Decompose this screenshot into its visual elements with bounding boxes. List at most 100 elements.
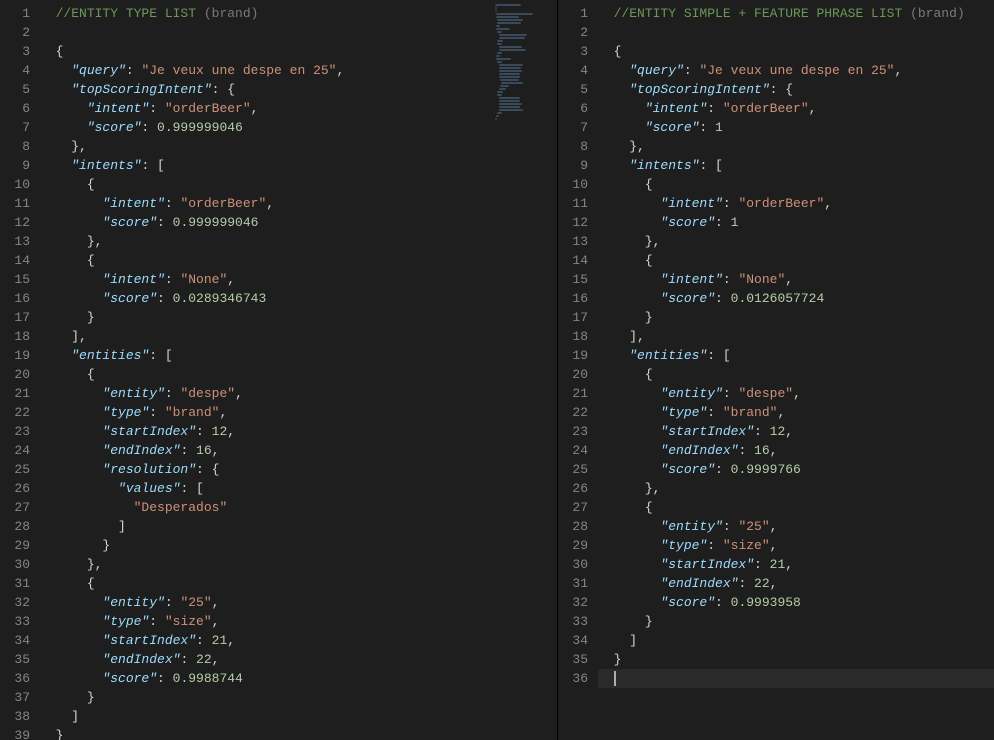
code-line[interactable]: "score": 0.9999766 <box>598 460 994 479</box>
code-line[interactable]: "endIndex": 22, <box>598 574 994 593</box>
code-line[interactable]: "type": "size", <box>598 536 994 555</box>
code-line[interactable]: } <box>598 612 994 631</box>
code-line[interactable]: "entity": "despe", <box>40 384 557 403</box>
code-line[interactable]: { <box>40 175 557 194</box>
code-line[interactable]: "score": 1 <box>598 118 994 137</box>
code-line[interactable]: { <box>598 175 994 194</box>
code-line[interactable]: ], <box>40 327 557 346</box>
code-line[interactable]: "entities": [ <box>598 346 994 365</box>
code-line[interactable]: //ENTITY TYPE LIST (brand) <box>40 4 557 23</box>
code-line[interactable]: ], <box>598 327 994 346</box>
code-line[interactable]: "Desperados" <box>40 498 557 517</box>
code-line[interactable]: "intents": [ <box>40 156 557 175</box>
code-line[interactable]: "entities": [ <box>40 346 557 365</box>
code-line[interactable]: "topScoringIntent": { <box>598 80 994 99</box>
line-number: 9 <box>558 156 598 175</box>
code-line[interactable]: "endIndex": 16, <box>598 441 994 460</box>
left-code-area[interactable]: //ENTITY TYPE LIST (brand) { "query": "J… <box>40 0 557 740</box>
code-line[interactable]: "intent": "orderBeer", <box>598 99 994 118</box>
code-line[interactable]: { <box>598 251 994 270</box>
code-line[interactable]: { <box>40 251 557 270</box>
code-line[interactable]: "entity": "despe", <box>598 384 994 403</box>
text-cursor <box>614 671 616 686</box>
code-line[interactable]: "startIndex": 21, <box>598 555 994 574</box>
code-line[interactable]: "score": 1 <box>598 213 994 232</box>
code-line[interactable]: }, <box>40 555 557 574</box>
code-line[interactable]: } <box>598 308 994 327</box>
code-line[interactable]: "intent": "None", <box>40 270 557 289</box>
code-line[interactable]: "endIndex": 16, <box>40 441 557 460</box>
code-line[interactable]: { <box>40 42 557 61</box>
code-line[interactable]: "topScoringIntent": { <box>40 80 557 99</box>
code-line[interactable]: "score": 0.999999046 <box>40 213 557 232</box>
code-line[interactable]: "values": [ <box>40 479 557 498</box>
code-line[interactable]: "type": "brand", <box>598 403 994 422</box>
code-line[interactable]: "endIndex": 22, <box>40 650 557 669</box>
code-line[interactable]: "entity": "25", <box>598 517 994 536</box>
code-line[interactable]: }, <box>598 137 994 156</box>
line-number: 23 <box>0 422 40 441</box>
line-number: 25 <box>558 460 598 479</box>
code-line[interactable]: } <box>40 536 557 555</box>
minimap-line <box>497 43 502 45</box>
code-line[interactable] <box>598 23 994 42</box>
code-line[interactable]: "resolution": { <box>40 460 557 479</box>
minimap-line <box>499 76 520 78</box>
code-line[interactable]: }, <box>40 232 557 251</box>
code-line[interactable]: ] <box>40 517 557 536</box>
line-number: 11 <box>0 194 40 213</box>
code-line[interactable]: } <box>40 726 557 740</box>
code-line[interactable]: }, <box>40 137 557 156</box>
minimap-line <box>500 79 519 81</box>
code-line[interactable]: "score": 0.0126057724 <box>598 289 994 308</box>
code-line[interactable]: { <box>598 365 994 384</box>
code-line[interactable]: "intent": "None", <box>598 270 994 289</box>
minimap-line <box>497 61 502 63</box>
left-minimap[interactable] <box>495 4 555 121</box>
code-line[interactable]: "score": 0.9993958 <box>598 593 994 612</box>
code-line[interactable]: "score": 0.9988744 <box>40 669 557 688</box>
line-number: 5 <box>558 80 598 99</box>
line-number: 1 <box>558 4 598 23</box>
minimap-line <box>495 118 497 120</box>
code-line[interactable]: "intents": [ <box>598 156 994 175</box>
code-line[interactable]: }, <box>598 232 994 251</box>
code-line[interactable]: "intent": "orderBeer", <box>40 99 557 118</box>
right-editor-pane[interactable]: 1234567891011121314151617181920212223242… <box>558 0 994 740</box>
right-code-area[interactable]: //ENTITY SIMPLE + FEATURE PHRASE LIST (b… <box>598 0 994 688</box>
code-line[interactable]: } <box>598 650 994 669</box>
code-line[interactable]: { <box>598 498 994 517</box>
line-number: 12 <box>0 213 40 232</box>
code-line[interactable]: { <box>40 365 557 384</box>
code-line[interactable]: "entity": "25", <box>40 593 557 612</box>
code-line[interactable]: "intent": "orderBeer", <box>40 194 557 213</box>
code-line[interactable]: "query": "Je veux une despe en 25", <box>598 61 994 80</box>
code-line[interactable]: "startIndex": 12, <box>40 422 557 441</box>
line-number: 31 <box>558 574 598 593</box>
code-line[interactable]: "startIndex": 12, <box>598 422 994 441</box>
code-line[interactable]: "startIndex": 21, <box>40 631 557 650</box>
code-line[interactable]: "type": "size", <box>40 612 557 631</box>
code-line[interactable]: ] <box>598 631 994 650</box>
line-number: 36 <box>558 669 598 688</box>
code-line[interactable]: "type": "brand", <box>40 403 557 422</box>
line-number: 3 <box>558 42 598 61</box>
code-line[interactable]: //ENTITY SIMPLE + FEATURE PHRASE LIST (b… <box>598 4 994 23</box>
left-editor-pane[interactable]: 1234567891011121314151617181920212223242… <box>0 0 558 740</box>
code-line[interactable]: "intent": "orderBeer", <box>598 194 994 213</box>
code-line[interactable]: }, <box>598 479 994 498</box>
code-line[interactable]: "score": 0.0289346743 <box>40 289 557 308</box>
code-line[interactable]: { <box>598 42 994 61</box>
code-line[interactable]: } <box>40 688 557 707</box>
line-number: 16 <box>0 289 40 308</box>
line-number: 25 <box>0 460 40 479</box>
code-line[interactable]: "query": "Je veux une despe en 25", <box>40 61 557 80</box>
minimap-line <box>496 28 510 30</box>
code-line[interactable]: { <box>40 574 557 593</box>
code-line[interactable]: } <box>40 308 557 327</box>
code-line[interactable]: "score": 0.999999046 <box>40 118 557 137</box>
line-number: 20 <box>558 365 598 384</box>
code-line[interactable] <box>40 23 557 42</box>
code-line[interactable]: ] <box>40 707 557 726</box>
code-line[interactable] <box>598 669 994 688</box>
